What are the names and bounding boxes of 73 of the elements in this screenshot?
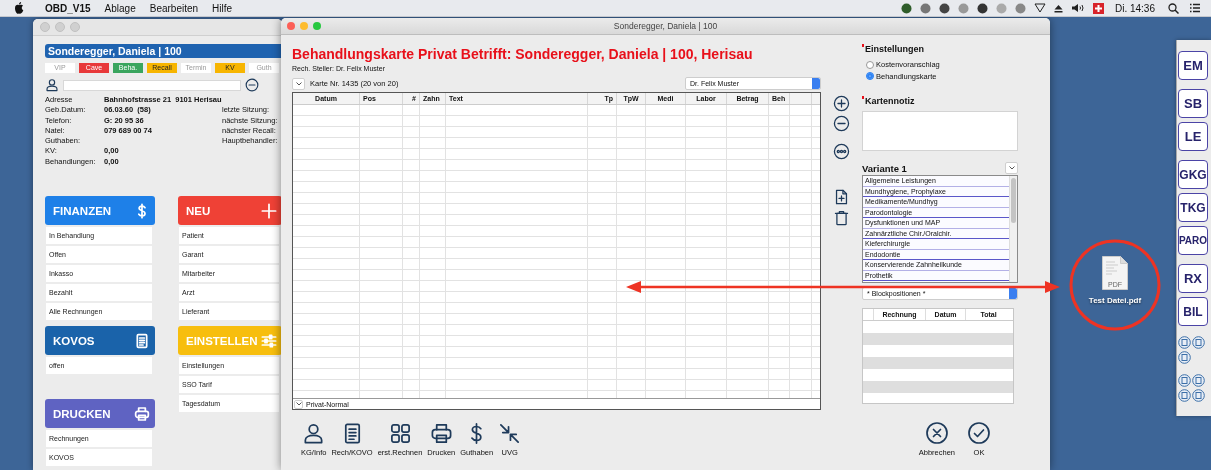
plus-icon — [261, 202, 277, 219]
menu-extra-icon[interactable] — [938, 2, 950, 14]
clock-text: Di. 14:36 — [1113, 2, 1156, 14]
round-tool-icon[interactable] — [1192, 336, 1205, 349]
more-circle-icon[interactable] — [833, 143, 850, 160]
printer-icon — [134, 405, 150, 422]
remove-circle-icon[interactable] — [245, 78, 259, 92]
chevron-icon — [295, 81, 302, 86]
eject-icon[interactable] — [1053, 3, 1063, 13]
palette-button[interactable]: SB — [1178, 89, 1208, 118]
round-tool-icon[interactable] — [1178, 351, 1191, 364]
apple-logo-icon[interactable] — [14, 2, 24, 14]
flag-icon[interactable] — [1092, 2, 1104, 14]
menu-item[interactable]: Ablage — [97, 2, 143, 14]
palette-button[interactable]: RX — [1178, 264, 1208, 293]
check-icon — [967, 421, 991, 445]
chevron-icon — [295, 402, 302, 406]
page-heading: Behandlungskarte Privat Betrifft: Sonderegger, Daniela | 100, Herisau — [292, 45, 753, 64]
volume-icon[interactable] — [1070, 3, 1085, 13]
chevron-icon — [1008, 166, 1015, 170]
section-title: Kartennotiz — [865, 96, 915, 106]
cancel-icon — [924, 421, 949, 445]
round-tool-icon[interactable] — [1178, 374, 1191, 387]
round-tool-icon[interactable] — [1178, 389, 1191, 402]
file-page-icon[interactable] — [1102, 256, 1128, 290]
trash-icon[interactable] — [833, 209, 850, 227]
menu-item[interactable]: Hilfe — [205, 2, 240, 14]
radio-button[interactable] — [866, 72, 874, 81]
patient-name-header: Sonderegger, Daniela | 100 — [45, 44, 282, 58]
app-menu[interactable]: OBD_V15 — [38, 2, 98, 14]
section-title: Einstellungen — [865, 44, 924, 54]
person-icon — [302, 422, 326, 445]
radio-button[interactable] — [866, 60, 874, 69]
sliders-icon — [261, 332, 277, 349]
category-header[interactable]: NEU — [178, 196, 282, 226]
round-tool-icon[interactable] — [1192, 374, 1205, 387]
person-icon[interactable] — [45, 78, 59, 92]
palette-button[interactable]: TKG — [1178, 193, 1208, 222]
palette-button[interactable]: EM — [1178, 51, 1208, 80]
add-circle-icon[interactable] — [833, 95, 850, 112]
close-button[interactable] — [287, 22, 295, 30]
dropdown-button[interactable] — [294, 399, 303, 409]
menu-extra-icon[interactable] — [976, 2, 988, 14]
note-field[interactable] — [862, 111, 1018, 151]
category-header[interactable]: DRUCKEN — [45, 399, 155, 429]
category-header[interactable]: KOVOS — [45, 326, 155, 356]
search-icon[interactable] — [1168, 2, 1179, 14]
new-file-icon[interactable] — [833, 188, 850, 206]
required-mark — [862, 44, 864, 47]
search-field[interactable] — [63, 79, 241, 91]
palette-button[interactable]: LE — [1178, 122, 1208, 151]
inward-arrows-icon — [498, 422, 522, 445]
required-mark — [862, 96, 864, 99]
palette-button[interactable]: PARO — [1178, 226, 1208, 255]
round-tool-icon[interactable] — [1178, 336, 1191, 349]
scrollbar-thumb[interactable] — [1011, 178, 1016, 223]
grid-icon — [388, 422, 412, 445]
menu-extra-icon[interactable] — [900, 2, 912, 14]
category-header[interactable]: FINANZEN — [45, 196, 155, 226]
menu-item[interactable]: Bearbeiten — [142, 2, 206, 14]
remove-circle-icon[interactable] — [833, 115, 850, 132]
document-icon — [134, 332, 150, 349]
round-tool-icon[interactable] — [1192, 389, 1205, 402]
palette-button[interactable]: BIL — [1178, 297, 1208, 326]
file-name-label[interactable]: Test Datei.pdf — [1088, 296, 1142, 305]
section-title: Variante 1 — [862, 162, 907, 174]
window-title: Sonderegger, Daniela | 100 — [613, 21, 718, 31]
printer-icon — [429, 422, 453, 445]
wifi-icon[interactable] — [1033, 3, 1046, 13]
list-icon[interactable] — [1189, 3, 1201, 13]
palette-button[interactable]: GKG — [1178, 160, 1208, 189]
dropdown-button[interactable] — [1005, 162, 1018, 174]
dropdown-button[interactable] — [292, 77, 305, 90]
